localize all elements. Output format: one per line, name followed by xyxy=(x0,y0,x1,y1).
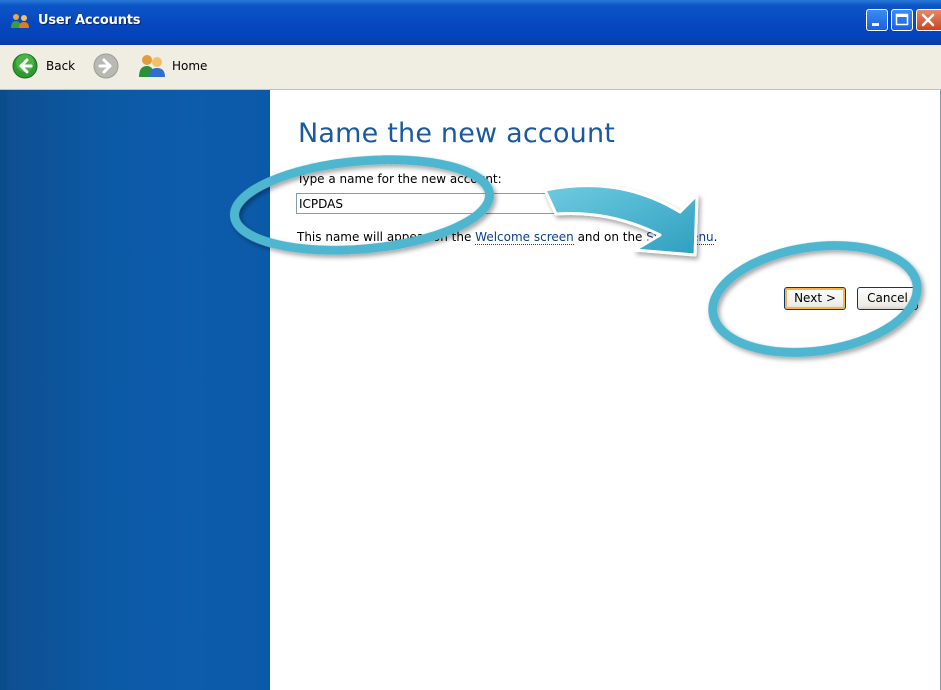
sidebar-edge xyxy=(0,90,7,690)
back-arrow-icon[interactable] xyxy=(12,53,38,79)
window-title: User Accounts xyxy=(38,13,141,28)
welcome-screen-link[interactable]: Welcome screen xyxy=(475,230,574,245)
page-title: Name the new account xyxy=(298,118,616,149)
cancel-button[interactable]: Cancel xyxy=(857,287,918,310)
hint-text-suffix: . xyxy=(713,230,718,244)
user-accounts-window: User Accounts Back Home Name the new acc… xyxy=(0,0,941,690)
users-icon xyxy=(11,14,29,28)
maximize-icon xyxy=(895,13,909,26)
account-name-label: Type a name for the new account: xyxy=(297,172,502,186)
navigation-toolbar: Back Home xyxy=(0,45,941,90)
minimize-icon xyxy=(872,23,879,26)
account-name-input[interactable] xyxy=(296,193,556,214)
title-bar[interactable]: User Accounts xyxy=(0,0,941,46)
hint-text-prefix: This name will appear on the xyxy=(297,230,476,244)
hint-text-middle: and on the xyxy=(573,230,647,244)
forward-arrow-icon[interactable] xyxy=(93,53,119,79)
maximize-button[interactable] xyxy=(891,9,913,31)
back-label[interactable]: Back xyxy=(46,59,75,73)
task-sidebar xyxy=(7,90,270,690)
home-label[interactable]: Home xyxy=(172,59,207,73)
minimize-button[interactable] xyxy=(866,9,888,31)
account-name-hint: This name will appear on the Welcome scr… xyxy=(297,230,718,245)
close-icon xyxy=(921,13,935,27)
next-button[interactable]: Next > xyxy=(784,287,846,310)
users-home-icon[interactable] xyxy=(138,54,166,78)
close-button[interactable] xyxy=(916,9,941,31)
start-menu-link[interactable]: Start menu xyxy=(646,230,714,245)
